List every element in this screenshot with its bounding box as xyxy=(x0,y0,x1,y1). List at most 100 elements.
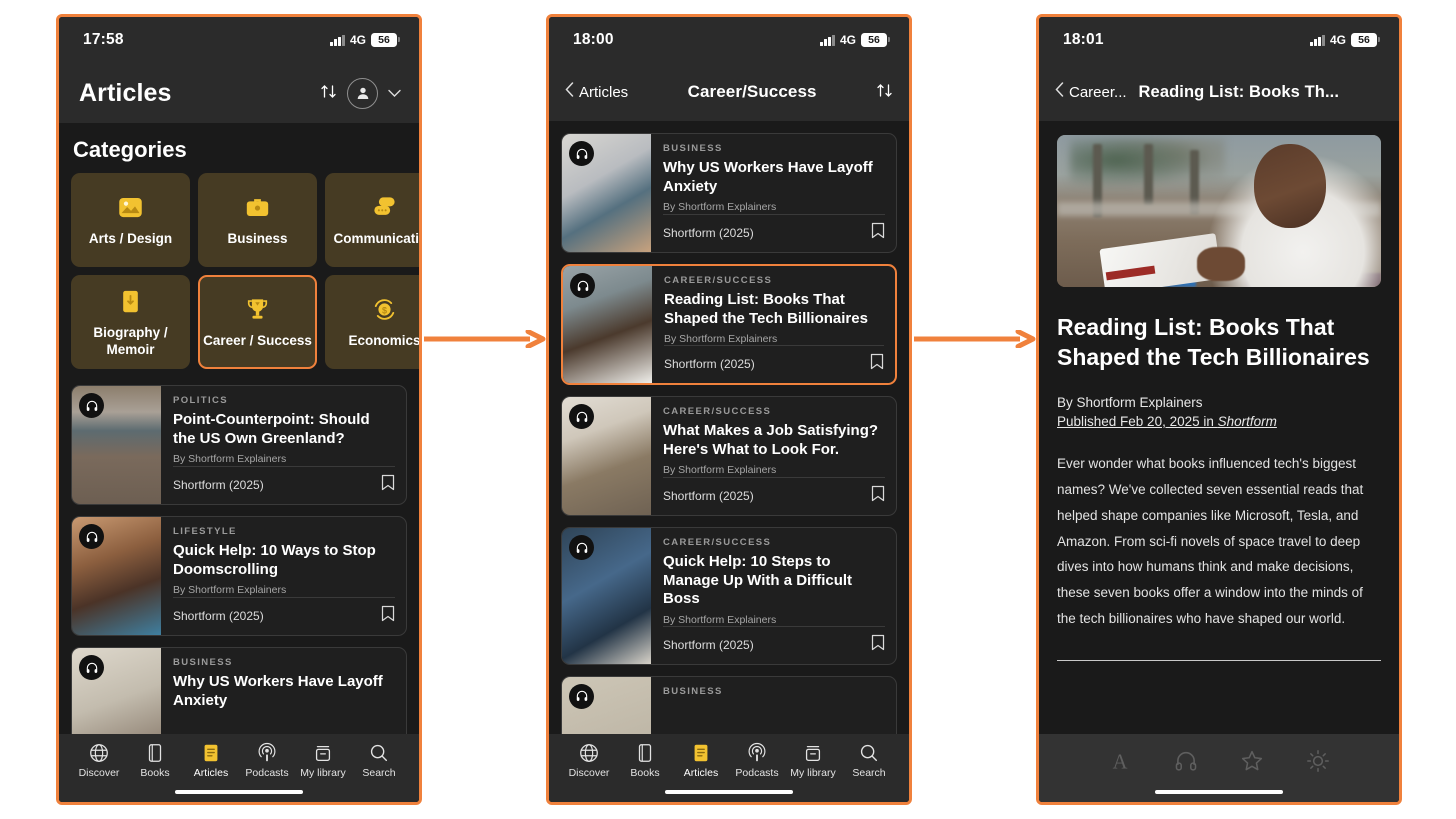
tab-label: Articles xyxy=(683,766,719,779)
status-bar: 18:00 4G 56 xyxy=(549,17,909,63)
svg-text:$: $ xyxy=(382,305,387,315)
chevron-down-icon[interactable] xyxy=(388,86,401,101)
phone-screen-articles-list: 17:58 4G 56 Articles Categories Arts / D… xyxy=(56,14,422,805)
avatar[interactable] xyxy=(347,77,378,109)
battery-icon: 56 xyxy=(1351,33,1380,47)
article-card[interactable]: LIFESTYLE Quick Help: 10 Ways to Stop Do… xyxy=(71,516,407,636)
tab-my-library[interactable]: My library xyxy=(785,742,841,779)
article-title: What Makes a Job Satisfying? Here's What… xyxy=(663,422,879,458)
category-tile-biography-memoir[interactable]: Biography / Memoir xyxy=(71,275,190,369)
flow-arrow-1 xyxy=(424,329,546,349)
article-body: Ever wonder what books influenced tech's… xyxy=(1057,455,1364,627)
tab-my-library[interactable]: My library xyxy=(295,742,351,779)
bookmark-icon[interactable] xyxy=(381,474,395,496)
article-card[interactable]: CAREER/SUCCESS What Makes a Job Satisfyi… xyxy=(561,396,897,517)
article-byline: By Shortform Explainers xyxy=(663,613,777,626)
tab-discover[interactable]: Discover xyxy=(71,742,127,779)
bookmark-icon[interactable] xyxy=(870,353,884,375)
sort-icon[interactable] xyxy=(320,83,337,104)
category-tile-career-success[interactable]: Career / Success xyxy=(198,275,317,369)
category-label: Biography / Memoir xyxy=(93,325,168,357)
tab-discover[interactable]: Discover xyxy=(561,742,617,779)
sort-icon[interactable] xyxy=(876,82,893,103)
article-title: Reading List: Books That Shaped the Tech… xyxy=(1057,314,1370,370)
divider xyxy=(1057,660,1381,662)
app-header: Articles Career/Success xyxy=(549,63,909,121)
category-tile-economics[interactable]: $ Economics xyxy=(325,275,419,369)
tab-label: Podcasts xyxy=(245,766,289,779)
article-thumbnail xyxy=(72,517,161,635)
home-indicator xyxy=(665,789,793,794)
article-card[interactable]: POLITICS Point-Counterpoint: Should the … xyxy=(71,385,407,505)
home-indicator xyxy=(175,789,303,794)
category-tile-business[interactable]: Business xyxy=(198,173,317,267)
font-size-icon[interactable]: A xyxy=(1107,748,1133,779)
category-label: Economics xyxy=(348,333,419,349)
article-list: POLITICS Point-Counterpoint: Should the … xyxy=(59,369,419,767)
brightness-icon[interactable] xyxy=(1305,748,1331,779)
article-icon xyxy=(694,744,708,761)
bookmark-icon[interactable] xyxy=(871,222,885,244)
category-label: Communication xyxy=(333,231,419,247)
tab-label: My library xyxy=(790,766,836,779)
status-time: 18:01 xyxy=(1063,31,1104,48)
article-category: BUSINESS xyxy=(663,143,723,154)
tab-articles[interactable]: Articles xyxy=(673,742,729,779)
star-icon[interactable] xyxy=(1239,748,1265,779)
status-indicators: 4G 56 xyxy=(330,33,400,47)
tab-search[interactable]: Search xyxy=(351,742,407,779)
bookmark-icon[interactable] xyxy=(871,634,885,656)
article-category: LIFESTYLE xyxy=(173,526,237,537)
status-bar: 18:01 4G 56 xyxy=(1039,17,1399,63)
category-tile-arts-design[interactable]: Arts / Design xyxy=(71,173,190,267)
article-category: CAREER/SUCCESS xyxy=(663,406,772,418)
back-button[interactable]: Career... xyxy=(1055,82,1127,102)
article-published: Published Feb 20, 2025 in Shortform xyxy=(1057,414,1381,429)
tab-podcasts[interactable]: Podcasts xyxy=(239,742,295,779)
bookmark-icon[interactable] xyxy=(871,485,885,507)
category-grid: Arts / Design Business Communication xyxy=(59,173,419,369)
chevron-left-icon xyxy=(1055,82,1064,102)
article-category: CAREER/SUCCESS xyxy=(663,537,772,549)
article-byline: By Shortform Explainers xyxy=(173,453,287,466)
article-thumbnail xyxy=(562,528,651,664)
headphones-icon xyxy=(570,273,595,298)
search-icon xyxy=(370,744,388,761)
headphones-icon xyxy=(569,404,594,430)
article-title: Why US Workers Have Layoff Anxiety xyxy=(173,673,383,709)
reader-screen-body: Reading List: Books That Shaped the Tech… xyxy=(1039,121,1399,802)
category-label: Business xyxy=(227,231,288,247)
category-tile-communication[interactable]: Communication xyxy=(325,173,419,267)
podcast-icon xyxy=(748,742,766,761)
article-hero-image xyxy=(1057,135,1381,287)
article-card[interactable]: BUSINESS Why US Workers Have Layoff Anxi… xyxy=(561,133,897,253)
article-category: BUSINESS xyxy=(663,685,723,697)
back-button[interactable]: Articles xyxy=(565,82,628,102)
back-label: Articles xyxy=(579,83,629,101)
headphones-icon xyxy=(569,683,594,709)
chevron-left-icon xyxy=(565,82,574,102)
article-thumbnail xyxy=(72,386,161,504)
article-publisher: Shortform (2025) xyxy=(173,478,264,492)
signal-bars-icon xyxy=(820,34,835,46)
tab-label: Search xyxy=(362,766,396,779)
article-byline: By Shortform Explainers xyxy=(173,584,287,597)
tab-articles[interactable]: Articles xyxy=(183,742,239,779)
tab-search[interactable]: Search xyxy=(841,742,897,779)
image-icon xyxy=(117,192,144,222)
signal-bars-icon xyxy=(330,34,345,46)
globe-icon xyxy=(580,743,598,762)
category-label: Arts / Design xyxy=(88,231,173,247)
tab-podcasts[interactable]: Podcasts xyxy=(729,742,785,779)
headphones-icon[interactable] xyxy=(1173,748,1199,779)
article-card[interactable]: CAREER/SUCCESS Quick Help: 10 Steps to M… xyxy=(561,527,897,665)
tab-books[interactable]: Books xyxy=(127,742,183,779)
article-card-selected[interactable]: CAREER/SUCCESS Reading List: Books That … xyxy=(561,264,897,386)
bookmark-icon[interactable] xyxy=(381,605,395,627)
article-title: Quick Help: 10 Ways to Stop Doomscrollin… xyxy=(173,542,376,578)
article-reader: Reading List: Books That Shaped the Tech… xyxy=(1039,121,1399,662)
book-icon xyxy=(148,743,162,762)
headphones-icon xyxy=(569,141,594,166)
tab-books[interactable]: Books xyxy=(617,742,673,779)
article-byline: By Shortform Explainers xyxy=(664,333,778,346)
